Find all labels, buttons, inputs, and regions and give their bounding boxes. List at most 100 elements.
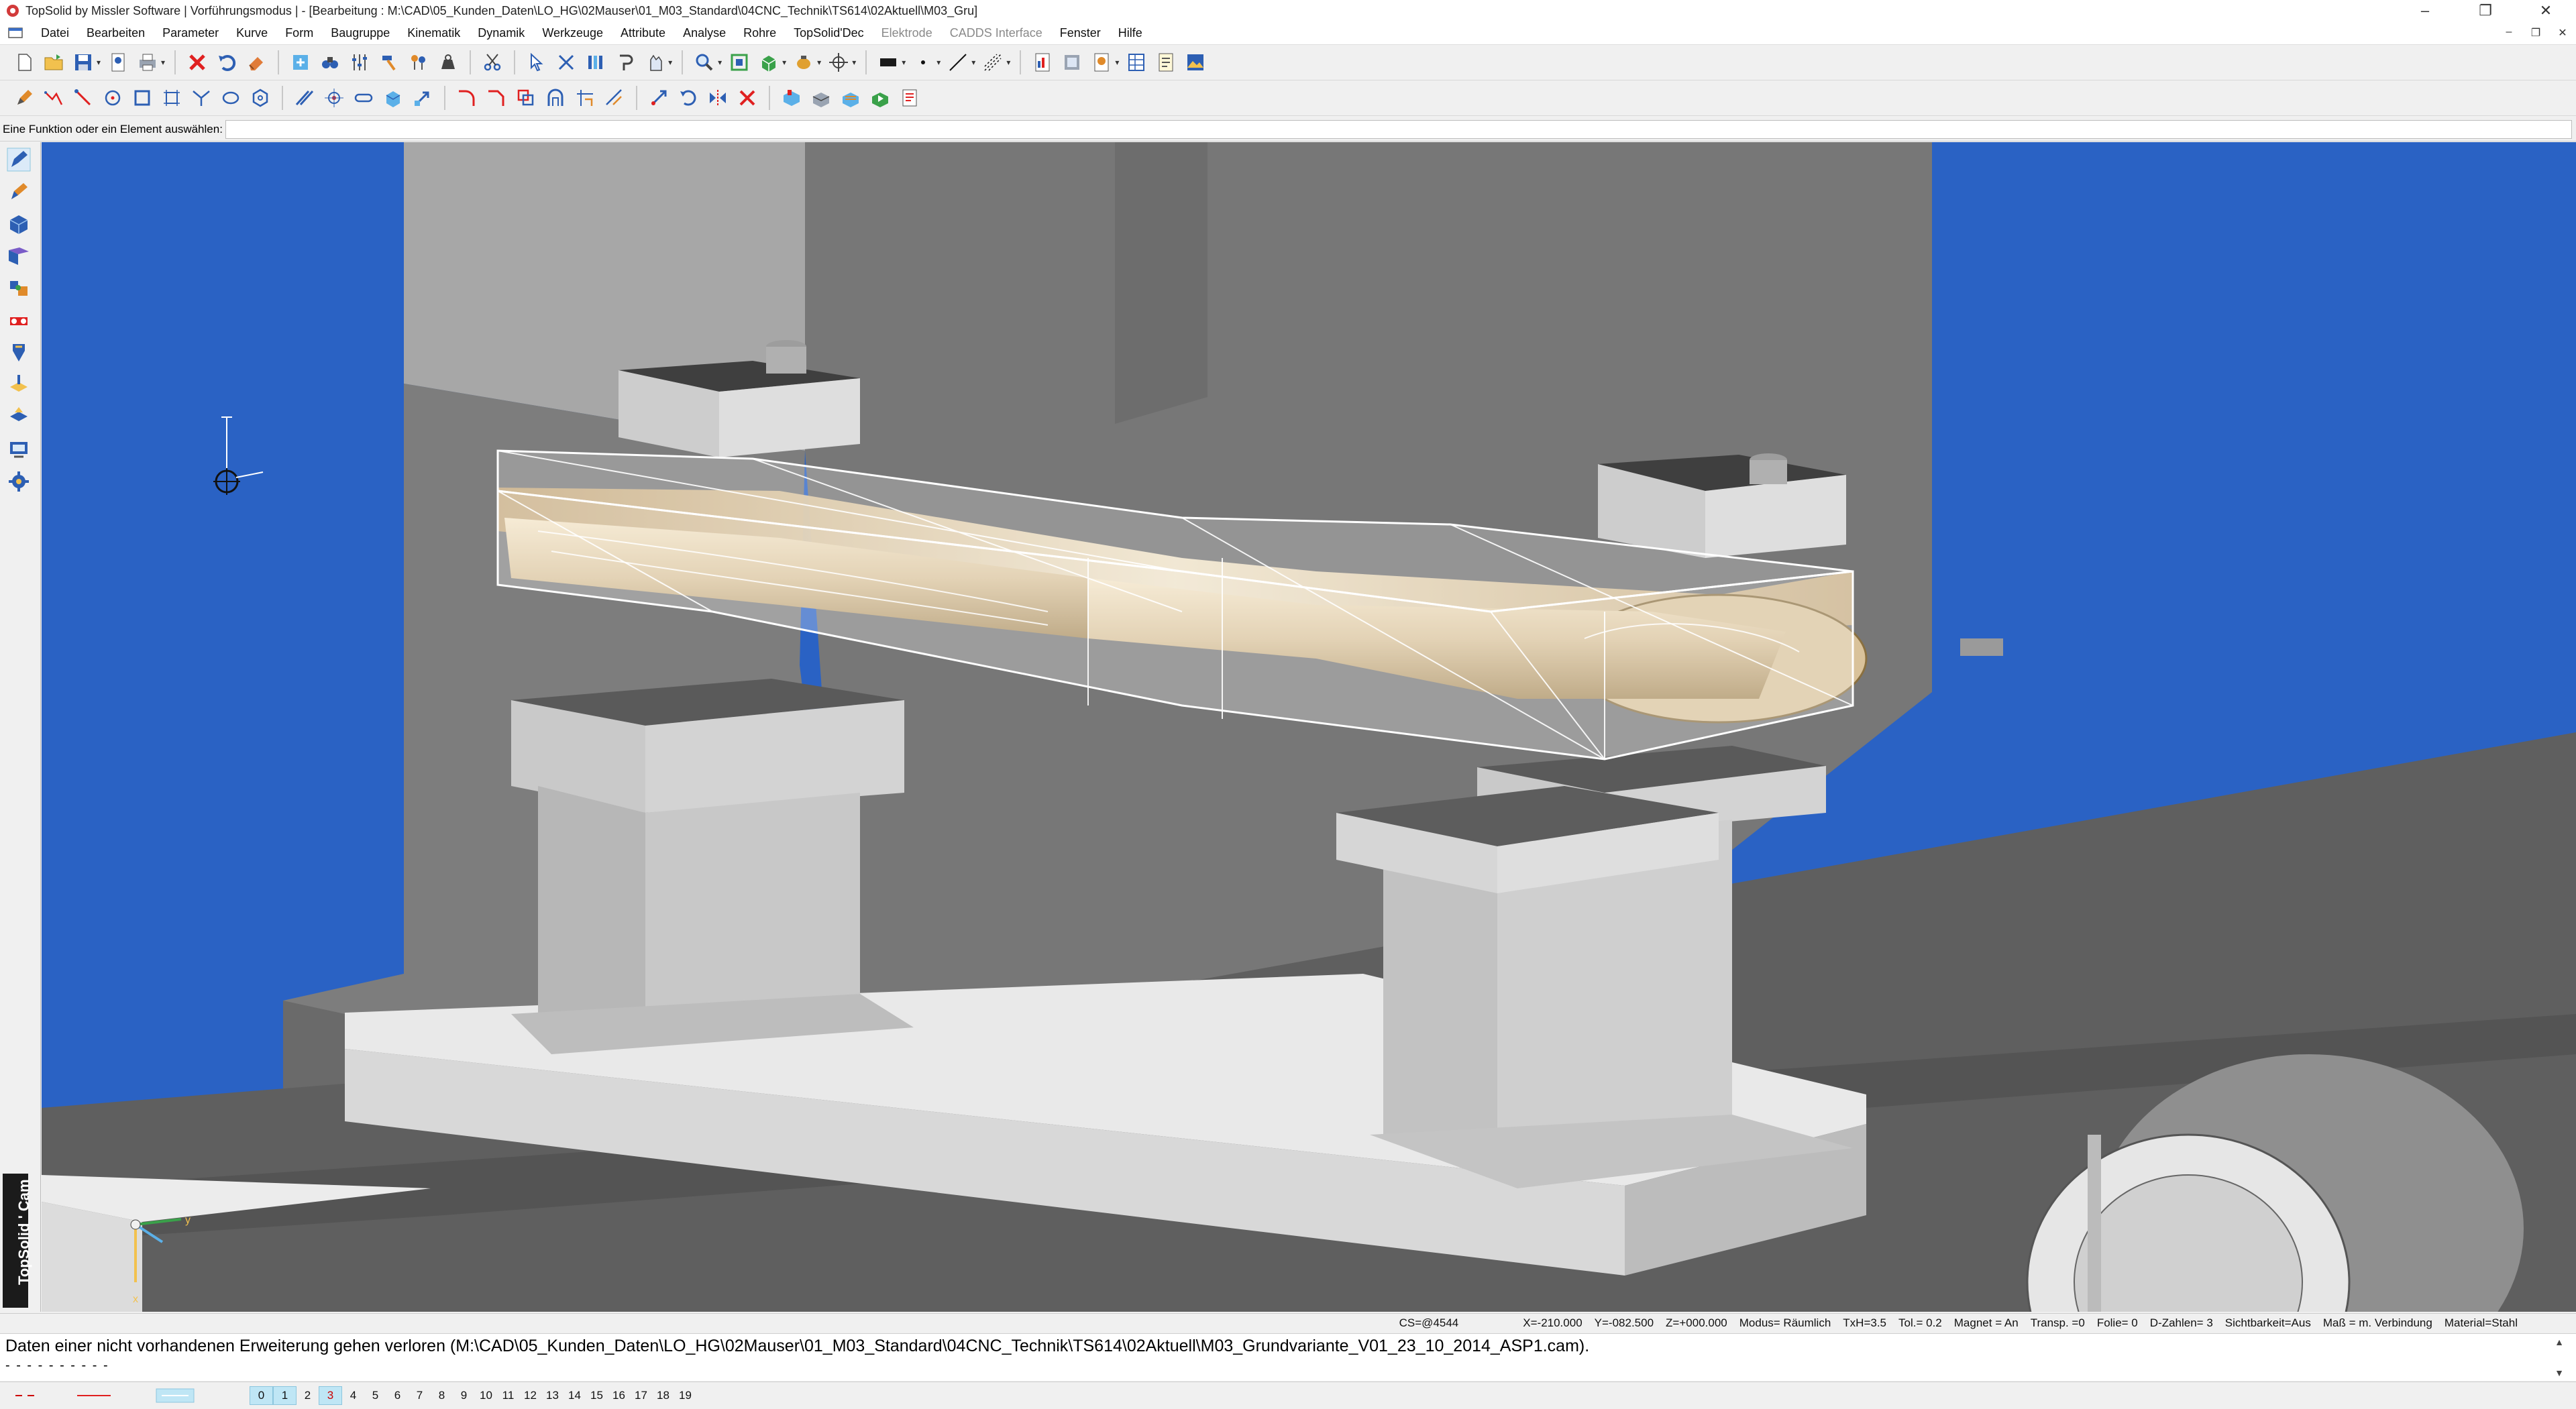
layer-18[interactable]: 18 — [652, 1387, 674, 1404]
dimension-tool-button[interactable] — [573, 86, 597, 110]
layer-11[interactable]: 11 — [497, 1387, 519, 1404]
snap-dropdown-icon[interactable]: ▾ — [852, 58, 856, 67]
left-simulation-button[interactable] — [4, 467, 34, 496]
status-material[interactable]: Material=Stahl — [2438, 1316, 2524, 1330]
ballpoint-button[interactable] — [407, 50, 431, 74]
new-document-button[interactable] — [12, 50, 36, 74]
browse-button[interactable] — [318, 50, 342, 74]
block-tool-button[interactable] — [381, 86, 405, 110]
print-button[interactable] — [136, 50, 160, 74]
mdi-minimize-button[interactable]: – — [2496, 26, 2522, 40]
status-tol[interactable]: Tol.= 0.2 — [1892, 1316, 1948, 1330]
mdi-close-button[interactable]: ✕ — [2549, 26, 2576, 40]
layer-14[interactable]: 14 — [564, 1387, 586, 1404]
layer-1[interactable]: 1 — [273, 1386, 297, 1405]
fillet-tool-button[interactable] — [455, 86, 479, 110]
eraser-button[interactable] — [244, 50, 268, 74]
sketch-button[interactable] — [12, 86, 36, 110]
delete-geometry-button[interactable] — [735, 86, 759, 110]
left-operations-button[interactable] — [4, 402, 34, 432]
open-button[interactable] — [42, 50, 66, 74]
document-b-button[interactable] — [1060, 50, 1084, 74]
scroll-down-icon[interactable]: ▼ — [2555, 1367, 2564, 1378]
status-txh[interactable]: TxH=3.5 — [1837, 1316, 1892, 1330]
document-c-dropdown-icon[interactable]: ▾ — [1115, 58, 1119, 67]
menu-hilfe[interactable]: Hilfe — [1110, 26, 1151, 40]
line-style-button[interactable] — [946, 50, 970, 74]
profile-tool-button[interactable] — [543, 86, 568, 110]
menu-topsolid-dec[interactable]: TopSolid'Dec — [785, 26, 873, 40]
layer-17[interactable]: 17 — [630, 1387, 652, 1404]
line-color-preview[interactable] — [67, 1386, 141, 1405]
menu-form[interactable]: Form — [276, 26, 322, 40]
layer-5[interactable]: 5 — [364, 1387, 386, 1404]
layer-15[interactable]: 15 — [586, 1387, 608, 1404]
menu-rohre[interactable]: Rohre — [735, 26, 785, 40]
layer-12[interactable]: 12 — [519, 1387, 541, 1404]
extend-tool-button[interactable] — [602, 86, 627, 110]
columns-button[interactable] — [584, 50, 608, 74]
menu-kinematik[interactable]: Kinematik — [398, 26, 469, 40]
document-a-button[interactable] — [1030, 50, 1055, 74]
save-button[interactable] — [71, 50, 95, 74]
line-style-preview[interactable] — [9, 1386, 63, 1405]
render-dropdown-icon[interactable]: ▾ — [817, 58, 821, 67]
status-dzahlen[interactable]: D-Zahlen= 3 — [2144, 1316, 2219, 1330]
document-e-button[interactable] — [1154, 50, 1178, 74]
view-dropdown-icon[interactable]: ▾ — [782, 58, 786, 67]
left-machining-button[interactable] — [4, 370, 34, 400]
rotate-tool-button[interactable] — [676, 86, 700, 110]
layer-16[interactable]: 16 — [608, 1387, 630, 1404]
layer-3[interactable]: 3 — [319, 1386, 342, 1405]
offset-tool-button[interactable] — [514, 86, 538, 110]
undo-button[interactable] — [215, 50, 239, 74]
save-dropdown-icon[interactable]: ▾ — [97, 58, 101, 67]
properties-button[interactable] — [106, 50, 130, 74]
point-style-button[interactable] — [911, 50, 935, 74]
parallel-tool-button[interactable] — [292, 86, 317, 110]
menu-fenster[interactable]: Fenster — [1051, 26, 1110, 40]
menu-kurve[interactable]: Kurve — [227, 26, 276, 40]
link-button[interactable] — [613, 50, 637, 74]
machine-tool-button[interactable] — [809, 86, 833, 110]
rectangle-tool-button[interactable] — [130, 86, 154, 110]
layer-19[interactable]: 19 — [674, 1387, 696, 1404]
menu-werkzeuge[interactable]: Werkzeuge — [533, 26, 612, 40]
gesture-dropdown-icon[interactable]: ▾ — [668, 58, 672, 67]
document-f-button[interactable] — [1183, 50, 1208, 74]
cut-button[interactable] — [480, 50, 504, 74]
render-button[interactable] — [792, 50, 816, 74]
menu-bearbeiten[interactable]: Bearbeiten — [78, 26, 154, 40]
line-tool-button[interactable] — [71, 86, 95, 110]
layer-4[interactable]: 4 — [342, 1387, 364, 1404]
update-button[interactable] — [288, 50, 313, 74]
delete-button[interactable] — [185, 50, 209, 74]
menu-dynamik[interactable]: Dynamik — [469, 26, 533, 40]
menu-parameter[interactable]: Parameter — [154, 26, 227, 40]
nc-code-button[interactable] — [898, 86, 922, 110]
status-mass[interactable]: Maß = m. Verbindung — [2317, 1316, 2438, 1330]
minimize-button[interactable]: – — [2395, 0, 2455, 21]
left-kinematics-button[interactable] — [4, 306, 34, 335]
prompt-input[interactable] — [225, 120, 2572, 139]
polyline-button[interactable] — [42, 86, 66, 110]
zoom-button[interactable] — [692, 50, 716, 74]
point-style-dropdown-icon[interactable]: ▾ — [936, 58, 941, 67]
status-modus[interactable]: Modus= Räumlich — [1733, 1316, 1837, 1330]
zoom-all-button[interactable] — [727, 50, 751, 74]
mirror-tool-button[interactable] — [706, 86, 730, 110]
menu-analyse[interactable]: Analyse — [674, 26, 735, 40]
layer-10[interactable]: 10 — [475, 1387, 497, 1404]
menu-datei[interactable]: Datei — [32, 26, 78, 40]
status-transp[interactable]: Transp. =0 — [2025, 1316, 2091, 1330]
layer-0[interactable]: 0 — [250, 1386, 273, 1405]
point-tool-button[interactable] — [322, 86, 346, 110]
simulation-button[interactable] — [868, 86, 892, 110]
snap-button[interactable] — [826, 50, 851, 74]
view-button[interactable] — [757, 50, 781, 74]
menu-baugruppe[interactable]: Baugruppe — [322, 26, 398, 40]
close-button[interactable]: ✕ — [2516, 0, 2576, 21]
trim-tool-button[interactable] — [189, 86, 213, 110]
document-menu-icon[interactable] — [7, 25, 27, 40]
tool-hammer-button[interactable] — [377, 50, 401, 74]
